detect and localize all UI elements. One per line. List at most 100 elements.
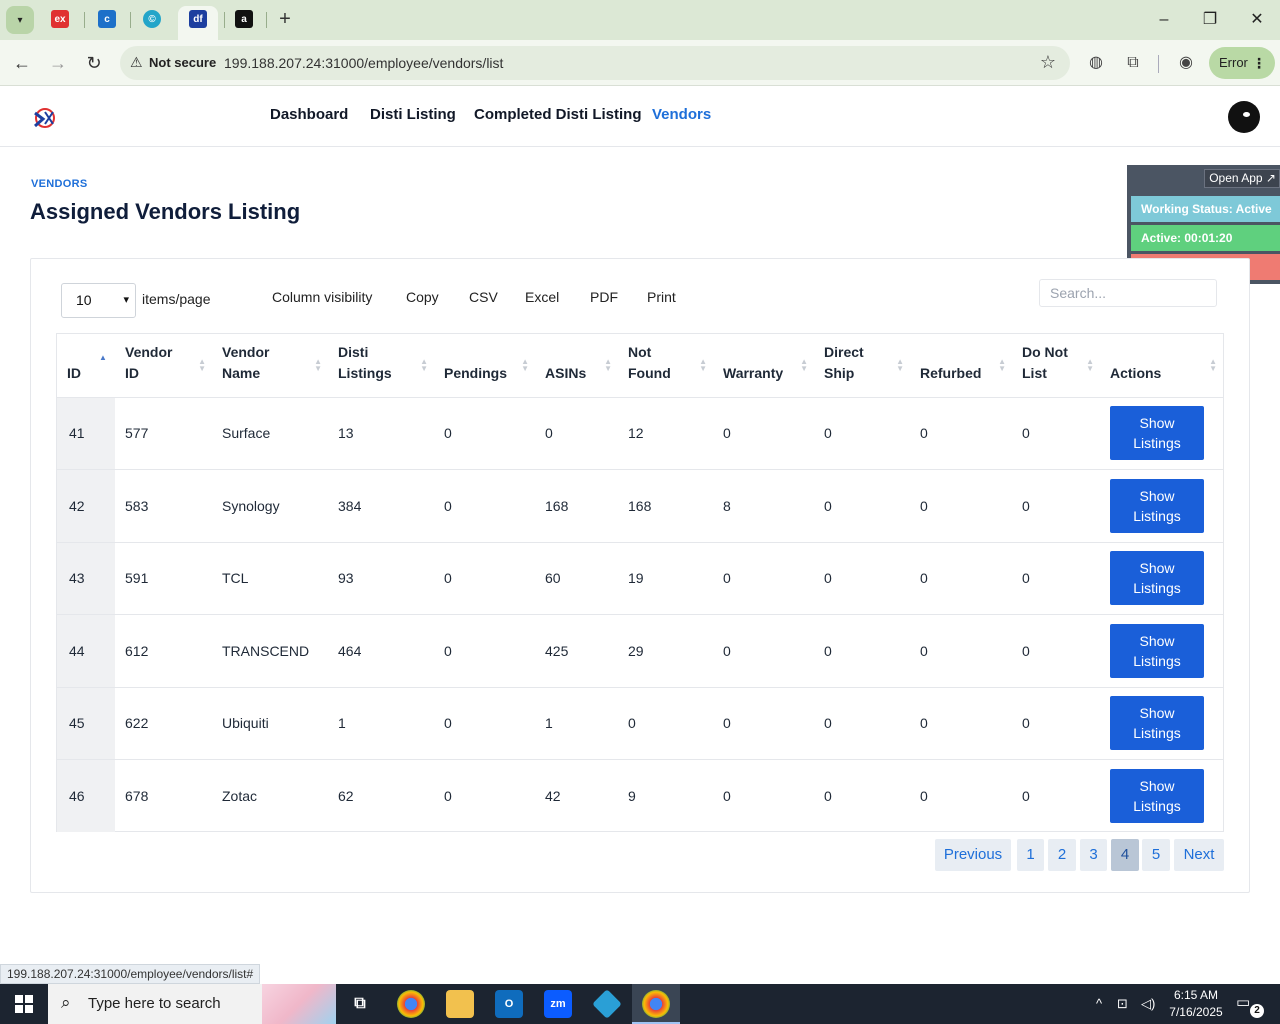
column-header[interactable]: Not Found ▲ ▼ <box>618 334 713 398</box>
print-button[interactable]: Print <box>647 289 676 305</box>
sort-arrows-icon[interactable]: ▲▼ <box>896 358 904 373</box>
excel-button[interactable]: Excel <box>525 289 559 305</box>
table-cell: 0 <box>920 788 928 804</box>
back-arrow-icon[interactable]: ← <box>11 52 33 74</box>
address-bar[interactable]: ⚠ Not secure 199.188.207.24:31000/employ… <box>120 46 1070 80</box>
actions-cell: Show Listings <box>1100 614 1223 688</box>
restore-icon[interactable]: ❐ <box>1198 8 1222 32</box>
task-view-icon[interactable]: ⧉ <box>346 990 374 1018</box>
items-per-page-select[interactable]: 10 ▾ <box>61 283 136 318</box>
table-cell: Surface <box>212 397 328 470</box>
tab-ex[interactable]: ex <box>51 10 69 28</box>
pagination-page-5[interactable]: 5 <box>1142 839 1170 871</box>
taskbar-search-box[interactable]: ⌕ Type here to search <box>48 984 336 1024</box>
tray-chevron-up-icon[interactable]: ^ <box>1096 996 1102 1011</box>
sort-arrows-icon[interactable]: ▲▼ <box>420 358 428 373</box>
system-clock[interactable]: 6:15 AM 7/16/2025 <box>1160 987 1232 1021</box>
sort-arrows-icon[interactable]: ▲▼ <box>1086 358 1094 373</box>
pagination-page-4[interactable]: 4 <box>1111 839 1139 871</box>
table-cell: 0 <box>1012 469 1100 543</box>
sort-arrows-icon[interactable]: ▲▼ <box>1209 358 1217 373</box>
tab-df[interactable]: df <box>189 10 207 28</box>
column-header[interactable]: Disti Listings ▲ ▼ <box>328 334 434 398</box>
show-listings-button[interactable]: Show Listings <box>1110 696 1204 751</box>
new-tab-plus-icon[interactable]: + <box>274 8 296 30</box>
user-avatar[interactable] <box>1228 101 1260 133</box>
csv-button[interactable]: CSV <box>469 289 498 305</box>
close-window-icon[interactable]: ✕ <box>1245 8 1269 32</box>
forward-arrow-icon[interactable]: → <box>47 52 69 74</box>
volume-icon[interactable]: ◁) <box>1141 996 1155 1012</box>
nav-completed-disti-listing[interactable]: Completed Disti Listing <box>474 106 642 123</box>
zoom-icon[interactable]: zm <box>544 990 572 1018</box>
table-row: 46 678 Zotac 62 0 42 9 0 0 0 0 Show Listings <box>57 759 1223 832</box>
pagination-next-button[interactable]: Next <box>1174 839 1224 871</box>
table-cell: 583 <box>115 469 212 543</box>
breadcrumb[interactable]: VENDORS <box>31 178 88 190</box>
table-row: 41 577 Surface 13 0 0 12 0 0 0 0 Show Listings <box>57 397 1223 470</box>
copy-button[interactable]: Copy <box>406 289 439 305</box>
pagination-page-1[interactable]: 1 <box>1017 839 1044 871</box>
column-header[interactable]: ASINs ▲ ▼ <box>535 334 618 398</box>
sort-arrows-icon[interactable]: ▲▼ <box>99 354 107 368</box>
extensions-puzzle-icon[interactable]: ⧉ <box>1122 52 1144 74</box>
chrome-icon[interactable] <box>397 990 425 1018</box>
column-header[interactable]: ID ▲▼ <box>57 334 115 398</box>
profile-icon[interactable]: ◉ <box>1175 52 1197 74</box>
sort-arrows-icon[interactable]: ▲▼ <box>604 358 612 373</box>
profile-error-button[interactable]: Error ⋮ <box>1209 47 1275 79</box>
column-header[interactable]: Vendor Name ▲ ▼ <box>212 334 328 398</box>
app-diamond-icon[interactable] <box>592 989 622 1019</box>
table-cell: 425 <box>535 614 618 688</box>
nav-disti-listing[interactable]: Disti Listing <box>370 106 456 123</box>
table-cell: 41 <box>57 397 115 470</box>
column-header[interactable]: Vendor ID ▲ ▼ <box>115 334 212 398</box>
show-listings-button[interactable]: Show Listings <box>1110 478 1204 533</box>
column-header[interactable]: Pendings ▲ ▼ <box>434 334 535 398</box>
column-header[interactable]: Refurbed ▲ ▼ <box>910 334 1012 398</box>
pagination-page-3[interactable]: 3 <box>1080 839 1107 871</box>
company-logo-icon[interactable] <box>32 107 58 129</box>
search-input[interactable]: Search... <box>1039 279 1217 307</box>
sort-arrows-icon[interactable]: ▲▼ <box>998 358 1006 373</box>
url-text[interactable]: 199.188.207.24:31000/employee/vendors/li… <box>224 55 503 71</box>
column-header[interactable]: Warranty ▲ ▼ <box>713 334 814 398</box>
outlook-icon[interactable]: O <box>495 990 523 1018</box>
open-app-link[interactable]: Open App ↗ <box>1204 169 1280 188</box>
nav-vendors[interactable]: Vendors <box>652 106 711 123</box>
network-icon[interactable]: ⊡ <box>1117 996 1128 1012</box>
reload-icon[interactable]: ↻ <box>83 52 105 74</box>
pagination-previous-button[interactable]: Previous <box>935 839 1011 871</box>
tab-app3[interactable]: © <box>143 10 161 28</box>
bookmark-star-icon[interactable]: ☆ <box>1040 52 1056 73</box>
sort-arrows-icon[interactable]: ▲▼ <box>699 358 707 373</box>
pdf-button[interactable]: PDF <box>590 289 618 305</box>
tab-app2[interactable]: c <box>98 10 116 28</box>
column-header[interactable]: Direct Ship ▲ ▼ <box>814 334 910 398</box>
sort-arrows-icon[interactable]: ▲▼ <box>198 358 206 373</box>
start-button[interactable] <box>0 984 48 1024</box>
nav-dashboard[interactable]: Dashboard <box>270 106 348 123</box>
sort-arrows-icon[interactable]: ▲▼ <box>521 358 529 373</box>
warning-triangle-icon[interactable]: ⚠ <box>130 54 143 71</box>
translate-globe-icon[interactable]: ◍ <box>1085 52 1107 74</box>
show-listings-button[interactable]: Show Listings <box>1110 623 1204 678</box>
table-cell: TRANSCEND <box>212 614 328 688</box>
show-listings-button[interactable]: Show Listings <box>1110 769 1204 823</box>
kebab-menu-icon[interactable]: ⋮ <box>1252 47 1266 79</box>
pagination-page-2[interactable]: 2 <box>1048 839 1076 871</box>
not-secure-label[interactable]: Not secure <box>149 55 216 70</box>
show-listings-button[interactable]: Show Listings <box>1110 406 1204 461</box>
minimize-icon[interactable]: – <box>1152 8 1176 32</box>
tab-amazon[interactable]: a <box>235 10 253 28</box>
sort-arrows-icon[interactable]: ▲▼ <box>314 358 322 373</box>
table-cell: Synology <box>212 469 328 543</box>
sort-arrows-icon[interactable]: ▲▼ <box>800 358 808 373</box>
column-visibility-button[interactable]: Column visibility <box>272 289 372 305</box>
chrome-profile-icon[interactable] <box>642 990 670 1018</box>
column-header[interactable]: Do Not List ▲ ▼ <box>1012 334 1100 398</box>
show-listings-button[interactable]: Show Listings <box>1110 551 1204 606</box>
column-header[interactable]: Actions ▲ ▼ <box>1100 334 1223 398</box>
tab-search-dropdown-icon[interactable]: ▾ <box>6 6 34 34</box>
file-explorer-icon[interactable] <box>446 990 474 1018</box>
